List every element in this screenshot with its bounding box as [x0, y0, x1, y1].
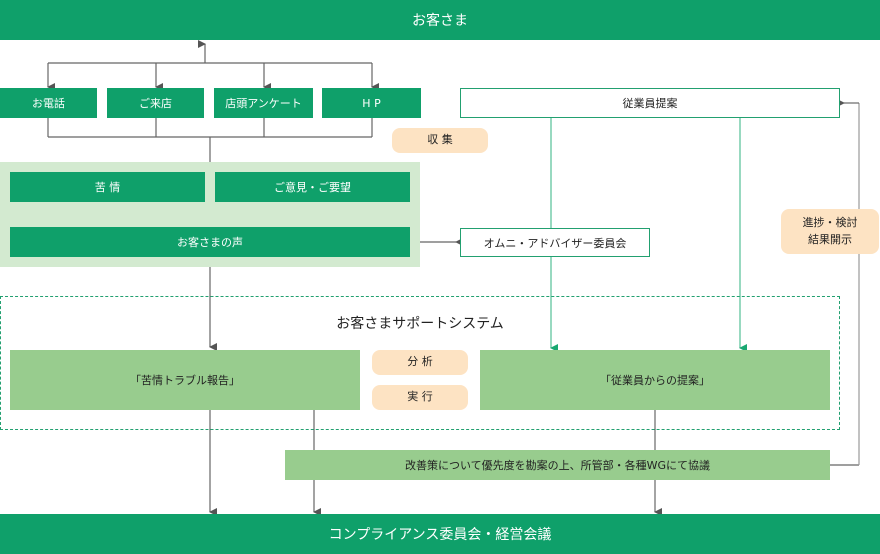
complaint-report-box: 「苦情トラブル報告」	[10, 350, 360, 410]
support-system-title: お客さまサポートシステム	[336, 316, 504, 332]
complaint-box: 苦 情	[10, 172, 205, 202]
employee-proposal-box: 従業員提案	[460, 88, 840, 118]
progress-line-2: 結果開示	[808, 232, 852, 246]
progress-disclosure-tag: 進捗・検討 結果開示	[781, 209, 879, 254]
channel-visit: ご来店	[107, 88, 204, 118]
channel-phone: お電話	[0, 88, 97, 118]
progress-line-1: 進捗・検討	[802, 216, 858, 229]
employee-suggestion-box: 「従業員からの提案」	[480, 350, 830, 410]
opinion-box: ご意見・ご要望	[215, 172, 410, 202]
channel-homepage: H P	[322, 88, 421, 118]
customers-banner: お客さま	[0, 0, 880, 40]
execute-tag: 実 行	[372, 385, 468, 410]
omni-advisor-committee-box: オムニ・アドバイザー委員会	[460, 228, 650, 257]
compliance-committee-banner: コンプライアンス委員会・経営会議	[0, 514, 880, 554]
discussion-box: 改善策について優先度を勘案の上、所管部・各種WGにて協議	[285, 450, 830, 480]
customer-voice-box: お客さまの声	[10, 227, 410, 257]
channel-survey: 店頭アンケート	[214, 88, 313, 118]
collect-tag: 収 集	[392, 128, 488, 153]
analyze-tag: 分 析	[372, 350, 468, 375]
